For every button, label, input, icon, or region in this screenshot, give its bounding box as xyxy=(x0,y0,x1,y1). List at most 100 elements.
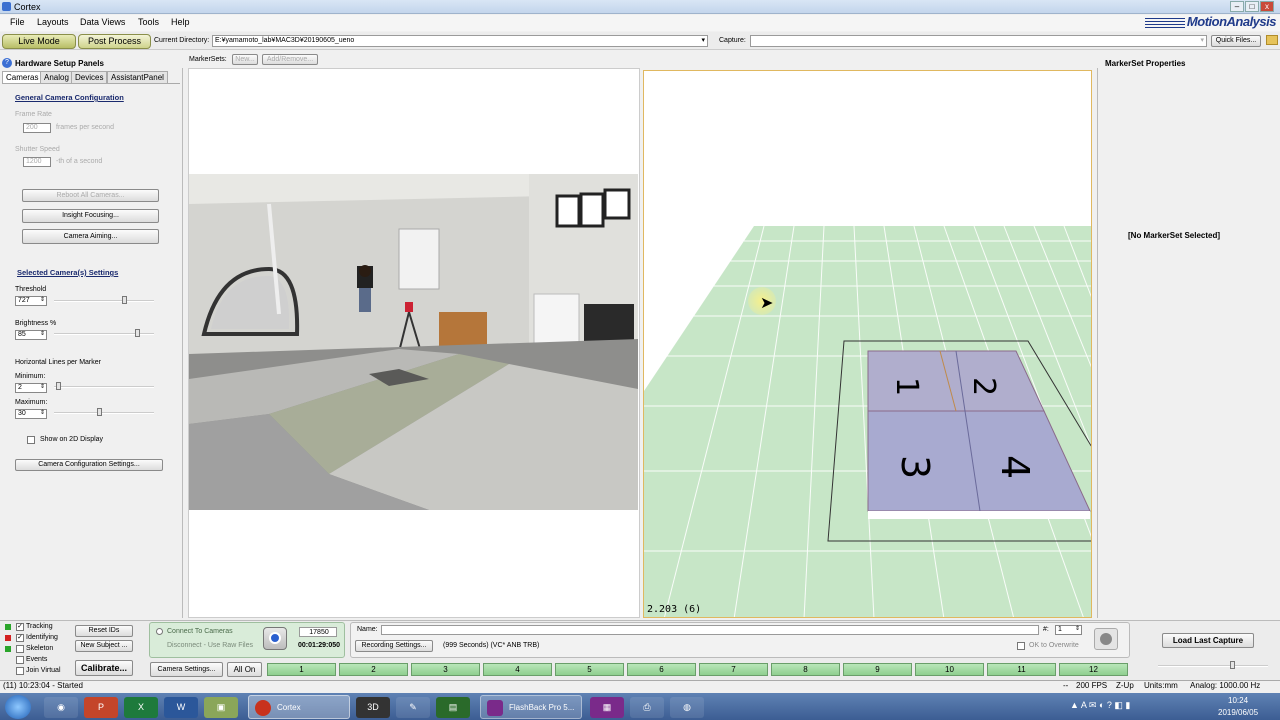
stop-button[interactable] xyxy=(1094,628,1118,650)
close-icon[interactable]: x xyxy=(1260,1,1274,12)
current-dir-value: E:¥yamamoto_lab¥MAC3D¥20190605_ueno xyxy=(215,37,355,44)
insight-focusing-button[interactable]: Insight Focusing... xyxy=(22,209,159,223)
playback-slider[interactable] xyxy=(1158,661,1268,669)
tab-assistant-panel[interactable]: AssistantPanel xyxy=(107,71,168,83)
threshold-input[interactable]: 727 ⇕ xyxy=(15,296,47,306)
camera-aiming-button[interactable]: Camera Aiming... xyxy=(22,229,159,244)
visual3d-icon[interactable]: 3D xyxy=(356,697,390,718)
mode-checkbox[interactable] xyxy=(16,656,24,664)
recorder-icon[interactable]: ▦ xyxy=(590,697,624,718)
camera-button[interactable]: 10 xyxy=(915,663,984,676)
capture-dropdown[interactable]: ▾ xyxy=(750,35,1207,47)
word-icon[interactable]: W xyxy=(164,697,198,718)
title-bar: Cortex – □ x xyxy=(0,0,1280,14)
help-icon[interactable]: ? xyxy=(2,58,12,68)
taskbar-cortex[interactable]: Cortex xyxy=(248,695,350,719)
calibrate-button[interactable]: Calibrate... xyxy=(75,660,133,676)
slider-thumb[interactable] xyxy=(1230,661,1235,669)
menu-tools[interactable]: Tools xyxy=(138,17,159,27)
record-button[interactable] xyxy=(263,627,287,650)
tab-cameras[interactable]: Cameras xyxy=(2,71,43,83)
reset-ids-button[interactable]: Reset IDs xyxy=(75,625,133,637)
status-analog: Analog: 1000.00 Hz xyxy=(1190,681,1261,690)
camera-button[interactable]: 9 xyxy=(843,663,912,676)
quick-files-button[interactable]: Quick Files... xyxy=(1211,35,1261,47)
frame-rate-input[interactable]: 200 xyxy=(23,123,51,133)
printer-icon[interactable]: ⎙ xyxy=(630,697,664,718)
excel-icon[interactable]: X xyxy=(124,697,158,718)
current-dir-dropdown[interactable]: E:¥yamamoto_lab¥MAC3D¥20190605_ueno ▾ xyxy=(212,35,708,47)
start-button[interactable] xyxy=(5,695,31,719)
camera-button[interactable]: 7 xyxy=(699,663,768,676)
image-viewer-icon[interactable]: ▣ xyxy=(204,697,238,718)
tray-icons[interactable]: ▲ A ✉ ◐ ? ◧ ▮ xyxy=(1070,700,1130,711)
camera-button[interactable]: 3 xyxy=(411,663,480,676)
markerset-new-button[interactable]: New... xyxy=(232,54,258,65)
video-scene xyxy=(189,174,638,510)
slider-thumb[interactable] xyxy=(134,329,140,337)
maximum-input[interactable]: 30 ⇕ xyxy=(15,409,47,419)
globe-icon[interactable]: ◍ xyxy=(670,697,704,718)
live-mode-button[interactable]: Live Mode xyxy=(2,34,76,49)
shutter-speed-input[interactable]: 1200 xyxy=(23,157,51,167)
brightness-label: Brightness % xyxy=(15,320,57,327)
menu-help[interactable]: Help xyxy=(171,17,190,27)
mode-checkbox[interactable]: ✓ xyxy=(16,623,24,631)
slider-thumb[interactable] xyxy=(122,296,128,304)
folder-icon[interactable] xyxy=(1266,35,1278,45)
post-process-button[interactable]: Post Process xyxy=(78,34,151,49)
minimum-slider[interactable] xyxy=(54,382,154,390)
app-icon-green[interactable]: ▤ xyxy=(436,697,470,718)
camera-button[interactable]: 4 xyxy=(483,663,552,676)
recording-settings-button[interactable]: Recording Settings... xyxy=(355,640,433,652)
brightness-input[interactable]: 85 ⇕ xyxy=(15,330,47,340)
ok-overwrite-checkbox[interactable] xyxy=(1017,642,1025,650)
mode-checkbox[interactable] xyxy=(16,645,24,653)
threshold-slider[interactable] xyxy=(54,296,154,304)
markerset-add-remove-button[interactable]: Add/Remove... xyxy=(262,54,318,65)
minimize-icon[interactable]: – xyxy=(1230,1,1244,12)
tab-devices[interactable]: Devices xyxy=(71,71,108,83)
camera-button[interactable]: 12 xyxy=(1059,663,1128,676)
connect-radio[interactable] xyxy=(156,628,163,635)
mode-checkbox[interactable]: ✓ xyxy=(16,634,24,642)
menu-layouts[interactable]: Layouts xyxy=(37,17,69,27)
mode-checkbox[interactable] xyxy=(16,667,24,675)
load-last-capture-button[interactable]: Load Last Capture xyxy=(1162,633,1254,648)
slider-thumb[interactable] xyxy=(96,408,102,416)
show-2d-checkbox[interactable] xyxy=(27,436,35,444)
camera-button[interactable]: 8 xyxy=(771,663,840,676)
mode-checkbox-label: Tracking xyxy=(26,623,53,630)
powerpoint-icon[interactable]: P xyxy=(84,697,118,718)
menu-data-views[interactable]: Data Views xyxy=(80,17,125,27)
3d-view[interactable]: 1 2 3 4 ➤ 2.203 (6) xyxy=(643,70,1092,618)
tab-analog[interactable]: Analog xyxy=(40,71,73,83)
reboot-cameras-button[interactable]: Reboot All Cameras... xyxy=(22,189,159,202)
capture-number-input[interactable]: 1 ⇕ xyxy=(1055,625,1082,635)
chrome-icon[interactable]: ◉ xyxy=(44,697,78,718)
camera-video-image xyxy=(189,174,638,510)
camera-button[interactable]: 5 xyxy=(555,663,624,676)
camera-button[interactable]: 11 xyxy=(987,663,1056,676)
minimum-input[interactable]: 2 ⇕ xyxy=(15,383,47,393)
slider-thumb[interactable] xyxy=(55,382,61,390)
paint-icon[interactable]: ✎ xyxy=(396,697,430,718)
maximize-icon[interactable]: □ xyxy=(1245,1,1259,12)
taskbar-flashback[interactable]: FlashBack Pro 5... xyxy=(480,695,582,719)
panel-title: Hardware Setup Panels xyxy=(15,59,104,68)
minimum-value: 2 xyxy=(18,384,22,391)
plate-label-3: 3 xyxy=(893,455,937,479)
new-subject-button[interactable]: New Subject ... xyxy=(75,640,133,652)
camera-config-settings-button[interactable]: Camera Configuration Settings... xyxy=(15,459,163,471)
maximum-slider[interactable] xyxy=(54,408,154,416)
shutter-speed-label: Shutter Speed xyxy=(15,146,60,153)
camera-button[interactable]: 1 xyxy=(267,663,336,676)
camera-settings-button[interactable]: Camera Settings... xyxy=(150,662,223,677)
plate-label-2: 2 xyxy=(966,377,1001,396)
brightness-slider[interactable] xyxy=(54,329,154,337)
all-on-button[interactable]: All On xyxy=(227,662,262,677)
camera-button[interactable]: 2 xyxy=(339,663,408,676)
name-input[interactable] xyxy=(381,625,1039,635)
menu-file[interactable]: File xyxy=(10,17,25,27)
camera-button[interactable]: 6 xyxy=(627,663,696,676)
